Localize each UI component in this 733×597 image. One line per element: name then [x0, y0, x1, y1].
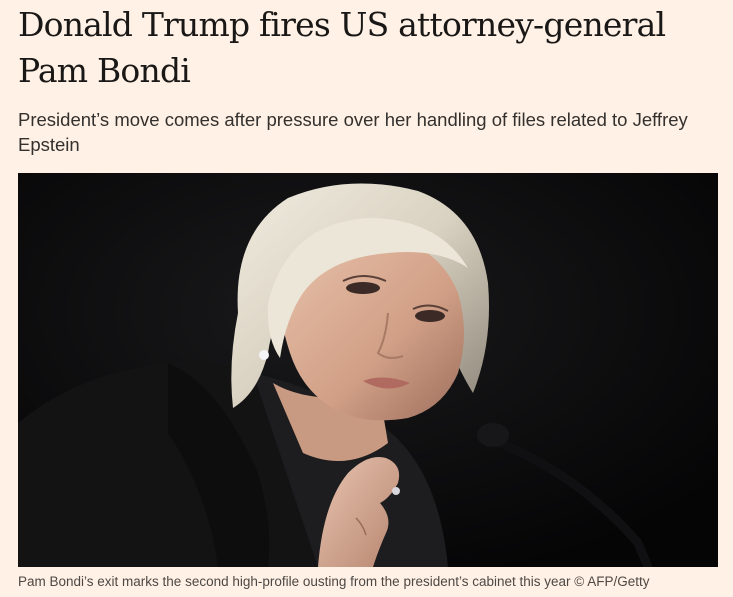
article-photo: [18, 173, 718, 567]
article-headline: Donald Trump fires US attorney-general P…: [18, 5, 666, 90]
article-standfirst: President’s move comes after pressure ov…: [18, 109, 688, 155]
photo-caption: Pam Bondi’s exit marks the second high-p…: [18, 574, 650, 589]
